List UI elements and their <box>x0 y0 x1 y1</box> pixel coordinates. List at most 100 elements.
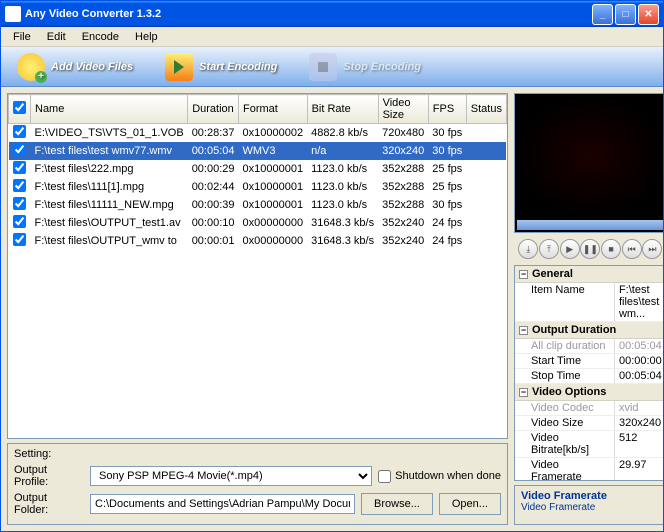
menu-edit[interactable]: Edit <box>39 29 74 45</box>
output-profile-select[interactable]: Sony PSP MPEG-4 Movie(*.mp4) <box>90 466 372 486</box>
cell-name: F:\test files\11111_NEW.mpg <box>31 196 188 214</box>
row-check[interactable] <box>13 215 26 228</box>
browse-button[interactable]: Browse... <box>361 493 433 515</box>
col-videosize[interactable]: Video Size <box>378 95 428 124</box>
output-profile-label: Output Profile: <box>14 464 84 488</box>
table-row[interactable]: F:\test files\111[1].mpg00:02:440x100000… <box>9 178 507 196</box>
prop-row[interactable]: Video Bitrate[kb/s]512 <box>515 431 663 458</box>
prop-row[interactable]: Start Time00:00:00 <box>515 354 663 369</box>
minimize-button[interactable]: _ <box>592 4 613 25</box>
add-video-files-button[interactable]: Add Video Files <box>9 49 141 85</box>
prop-key: Stop Time <box>515 369 615 383</box>
settings-panel: Setting: Output Profile: Sony PSP MPEG-4… <box>7 443 508 525</box>
output-folder-input[interactable] <box>90 494 355 514</box>
table-row[interactable]: F:\test files\OUTPUT_wmv to00:00:010x000… <box>9 232 507 250</box>
prop-value[interactable]: F:\test files\test wm... <box>615 283 663 321</box>
cell-videosize: 352x288 <box>378 196 428 214</box>
check-all[interactable] <box>13 101 26 114</box>
collapse-icon[interactable]: − <box>519 270 528 279</box>
pause-button[interactable]: ❚❚ <box>580 239 600 259</box>
menu-encode[interactable]: Encode <box>74 29 127 45</box>
prop-group-header[interactable]: −General <box>515 266 663 283</box>
prop-row[interactable]: All clip duration00:05:04 <box>515 339 663 354</box>
cell-format: 0x10000001 <box>239 178 308 196</box>
file-grid[interactable]: Name Duration Format Bit Rate Video Size… <box>7 93 508 439</box>
col-duration[interactable]: Duration <box>188 95 239 124</box>
prop-value[interactable]: 512 <box>615 431 663 457</box>
close-button[interactable]: ✕ <box>638 4 659 25</box>
stop-button[interactable]: ■ <box>601 239 621 259</box>
property-description: Video Framerate Video Framerate <box>514 485 663 525</box>
cell-fps: 30 fps <box>428 142 466 160</box>
prop-value[interactable]: 00:00:00 <box>615 354 663 368</box>
start-encoding-button[interactable]: Start Encoding <box>157 49 285 85</box>
cell-fps: 30 fps <box>428 124 466 143</box>
collapse-icon[interactable]: − <box>519 326 528 335</box>
video-preview[interactable] <box>515 94 663 218</box>
collapse-icon[interactable]: − <box>519 388 528 397</box>
prop-key: Start Time <box>515 354 615 368</box>
cell-format: 0x00000000 <box>239 232 308 250</box>
cell-bitrate: 31648.3 kb/s <box>307 232 378 250</box>
prop-row[interactable]: Video Size320x240 <box>515 416 663 431</box>
prop-value[interactable]: xvid <box>615 401 663 415</box>
prop-key: Video Size <box>515 416 615 430</box>
cell-status <box>466 142 506 160</box>
prop-row[interactable]: Video Framerate29.97 <box>515 458 663 481</box>
menubar: File Edit Encode Help <box>1 27 663 47</box>
table-row[interactable]: F:\test files\222.mpg00:00:290x100000011… <box>9 160 507 178</box>
stop-encoding-button[interactable]: Stop Encoding <box>301 49 429 85</box>
cell-bitrate: 1123.0 kb/s <box>307 160 378 178</box>
prop-value[interactable]: 320x240 <box>615 416 663 430</box>
prev-button[interactable]: ⏮ <box>622 239 642 259</box>
col-format[interactable]: Format <box>239 95 308 124</box>
maximize-button[interactable]: □ <box>615 4 636 25</box>
col-fps[interactable]: FPS <box>428 95 466 124</box>
row-check[interactable] <box>13 233 26 246</box>
menu-help[interactable]: Help <box>127 29 166 45</box>
prop-value[interactable]: 00:05:04 <box>615 369 663 383</box>
prop-row[interactable]: Video Codecxvid <box>515 401 663 416</box>
prop-value[interactable]: 29.97 <box>615 458 663 481</box>
next-button[interactable]: ⏭ <box>642 239 662 259</box>
row-check[interactable] <box>13 197 26 210</box>
mark-in-button[interactable]: ⤓ <box>518 239 538 259</box>
col-status[interactable]: Status <box>466 95 506 124</box>
prop-value[interactable]: 00:05:04 <box>615 339 663 353</box>
table-row[interactable]: E:\VIDEO_TS\VTS_01_1.VOB00:28:370x100000… <box>9 124 507 143</box>
shutdown-checkbox[interactable]: Shutdown when done <box>378 470 501 483</box>
row-check[interactable] <box>13 161 26 174</box>
prop-row[interactable]: Stop Time00:05:04 <box>515 369 663 384</box>
cell-duration: 00:02:44 <box>188 178 239 196</box>
cell-name: E:\VIDEO_TS\VTS_01_1.VOB <box>31 124 188 143</box>
cell-format: WMV3 <box>239 142 308 160</box>
cell-videosize: 320x240 <box>378 142 428 160</box>
cell-status <box>466 124 506 143</box>
preview-panel <box>514 93 663 233</box>
prop-row[interactable]: Item NameF:\test files\test wm... <box>515 283 663 322</box>
row-check[interactable] <box>13 125 26 138</box>
menu-file[interactable]: File <box>5 29 39 45</box>
row-check[interactable] <box>13 143 26 156</box>
settings-heading: Setting: <box>14 448 501 460</box>
mark-out-button[interactable]: ⤒ <box>539 239 559 259</box>
cell-status <box>466 196 506 214</box>
col-name[interactable]: Name <box>31 95 188 124</box>
table-row[interactable]: F:\test files\test wmv77.wmv00:05:04WMV3… <box>9 142 507 160</box>
open-button[interactable]: Open... <box>439 493 501 515</box>
table-row[interactable]: F:\test files\OUTPUT_test1.av00:00:100x0… <box>9 214 507 232</box>
prop-group-header[interactable]: −Output Duration <box>515 322 663 339</box>
prop-group-header[interactable]: −Video Options <box>515 384 663 401</box>
cell-videosize: 720x480 <box>378 124 428 143</box>
cell-fps: 24 fps <box>428 214 466 232</box>
row-check[interactable] <box>13 179 26 192</box>
prop-key: Item Name <box>515 283 615 321</box>
seek-bar[interactable] <box>517 220 663 230</box>
table-row[interactable]: F:\test files\11111_NEW.mpg00:00:390x100… <box>9 196 507 214</box>
cell-name: F:\test files\test wmv77.wmv <box>31 142 188 160</box>
col-check[interactable] <box>9 95 31 124</box>
properties-panel[interactable]: −GeneralItem NameF:\test files\test wm..… <box>514 265 663 481</box>
cell-duration: 00:00:01 <box>188 232 239 250</box>
col-bitrate[interactable]: Bit Rate <box>307 95 378 124</box>
play-button[interactable]: ▶ <box>560 239 580 259</box>
